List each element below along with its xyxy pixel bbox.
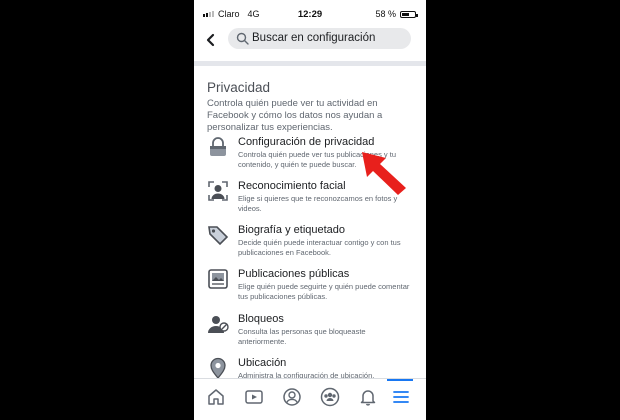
divider [194, 61, 426, 66]
notifications-icon[interactable] [358, 387, 378, 407]
lock-icon [210, 137, 226, 156]
public-posts-item[interactable]: Publicaciones públicas Elige quién puede… [207, 268, 419, 308]
active-tab-indicator [387, 379, 413, 381]
location-pin-icon [210, 357, 226, 379]
home-icon[interactable] [206, 387, 226, 407]
face-recognition-icon [208, 181, 228, 201]
blocked-user-icon [208, 316, 229, 333]
item-description: Elige si quieres que te reconozcamos en … [238, 194, 398, 213]
privacy-section: Privacidad Controla quién puede ver tu a… [207, 80, 417, 134]
item-title: Publicaciones públicas [238, 268, 350, 280]
menu-icon[interactable] [391, 387, 411, 407]
battery-icon [400, 10, 418, 18]
groups-icon[interactable] [320, 387, 340, 407]
public-posts-icon [208, 269, 228, 289]
profile-icon[interactable] [282, 387, 302, 407]
back-arrow-icon[interactable] [202, 31, 220, 49]
watch-icon[interactable] [244, 387, 264, 407]
search-input[interactable]: Buscar en configuración [228, 28, 411, 49]
status-bar: Claro 4G 12:29 58 % [194, 0, 426, 22]
item-title: Ubicación [238, 357, 287, 369]
item-title: Biografía y etiquetado [238, 224, 346, 236]
phone-screen: Claro 4G 12:29 58 % Buscar en configurac… [194, 0, 426, 420]
timeline-tagging-item[interactable]: Biografía y etiquetado Decide quién pued… [207, 224, 419, 264]
battery-percent: 58 % [375, 9, 396, 19]
header: Buscar en configuración [194, 24, 426, 58]
item-description: Elige quién puede seguirte y quién puede… [238, 282, 410, 301]
search-placeholder: Buscar en configuración [252, 32, 376, 44]
red-arrow-icon [362, 152, 406, 195]
bottom-tab-bar [194, 378, 426, 420]
item-description: Decide quién puede interactuar contigo y… [238, 238, 401, 257]
section-description: Controla quién puede ver tu actividad en… [207, 98, 383, 133]
item-title: Configuración de privacidad [238, 136, 375, 148]
item-title: Reconocimiento facial [238, 180, 346, 192]
blocking-item[interactable]: Bloqueos Consulta las personas que bloqu… [207, 313, 419, 353]
item-description: Consulta las personas que bloqueaste ant… [238, 327, 366, 346]
item-title: Bloqueos [238, 313, 284, 325]
tag-icon [208, 226, 229, 246]
status-right: 58 % [375, 9, 418, 19]
section-title: Privacidad [207, 80, 271, 95]
search-icon [236, 32, 249, 45]
